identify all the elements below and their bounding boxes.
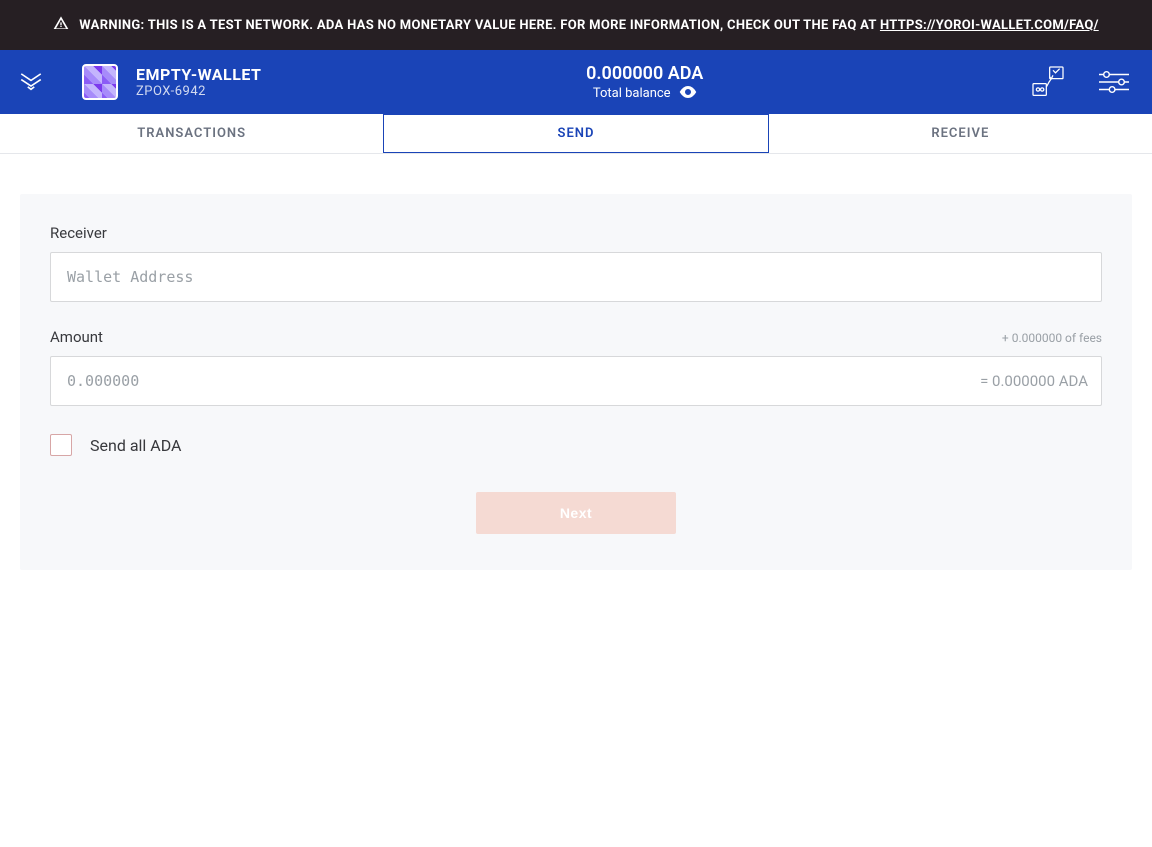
banner-text: WARNING: THIS IS A TEST NETWORK. ADA HAS… bbox=[79, 18, 880, 33]
send-all-label: Send all ADA bbox=[90, 436, 181, 455]
app-header: EMPTY-WALLET ZPOX-6942 0.000000 ADA Tota… bbox=[0, 50, 1152, 114]
receiver-input[interactable] bbox=[50, 252, 1102, 302]
testnet-warning-banner: WARNING: THIS IS A TEST NETWORK. ADA HAS… bbox=[0, 0, 1152, 50]
fees-note: + 0.000000 of fees bbox=[1002, 331, 1102, 345]
amount-label: Amount bbox=[50, 328, 103, 346]
wallet-identicon bbox=[82, 64, 118, 100]
send-all-checkbox[interactable] bbox=[50, 434, 72, 456]
banner-faq-link[interactable]: HTTPS://YOROI-WALLET.COM/FAQ/ bbox=[880, 18, 1099, 33]
tab-transactions[interactable]: TRANSACTIONS bbox=[0, 114, 383, 153]
next-button[interactable]: Next bbox=[476, 492, 676, 534]
settings-icon[interactable] bbox=[1094, 62, 1134, 102]
total-balance-label: Total balance bbox=[593, 86, 671, 101]
warning-icon bbox=[53, 15, 69, 35]
receiver-label: Receiver bbox=[50, 224, 1102, 242]
wallet-id: ZPOX-6942 bbox=[136, 84, 261, 99]
total-balance-value: 0.000000 ADA bbox=[279, 63, 1010, 84]
wallet-tabs: TRANSACTIONS SEND RECEIVE bbox=[0, 114, 1152, 154]
yoroi-logo-icon[interactable] bbox=[18, 69, 44, 95]
eye-icon[interactable] bbox=[679, 86, 697, 102]
tab-receive[interactable]: RECEIVE bbox=[769, 114, 1152, 153]
delegation-icon[interactable] bbox=[1028, 62, 1068, 102]
amount-input[interactable] bbox=[50, 356, 1102, 406]
wallet-name: EMPTY-WALLET bbox=[136, 65, 261, 84]
send-form-card: Receiver Amount + 0.000000 of fees = 0.0… bbox=[20, 194, 1132, 570]
tab-send[interactable]: SEND bbox=[383, 114, 768, 153]
amount-equivalent: = 0.000000 ADA bbox=[980, 372, 1088, 390]
